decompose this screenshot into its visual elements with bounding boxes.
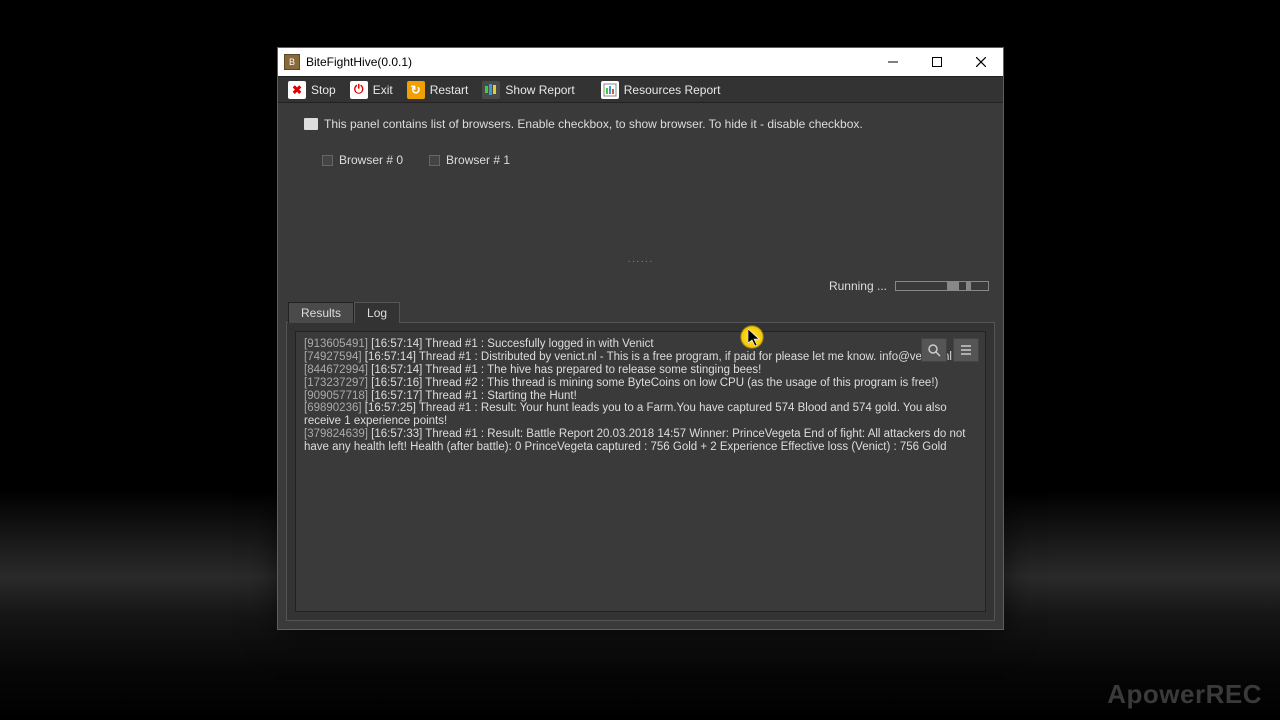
toolbar: ✖ Stop ⏻ Exit ↻ Restart Show Report Reso… <box>278 76 1003 103</box>
stop-label: Stop <box>311 83 336 97</box>
log-line: [844672994] [16:57:14] Thread #1 : The h… <box>304 364 977 377</box>
log-line: [379824639] [16:57:33] Thread #1 : Resul… <box>304 428 977 454</box>
log-frame: [913605491] [16:57:14] Thread #1 : Succe… <box>286 322 995 621</box>
splitter-handle[interactable]: ······ <box>628 256 654 267</box>
log-line: [909057718] [16:57:17] Thread #1 : Start… <box>304 390 977 403</box>
minimize-button[interactable] <box>871 48 915 76</box>
exit-label: Exit <box>373 83 393 97</box>
resources-report-icon <box>601 81 619 99</box>
app-window: B BiteFightHive(0.0.1) ✖ Stop ⏻ Exit ↻ R… <box>277 47 1004 630</box>
panel-info-row: This panel contains list of browsers. En… <box>304 117 983 131</box>
log-view[interactable]: [913605491] [16:57:14] Thread #1 : Succe… <box>295 331 986 612</box>
browser-panel: This panel contains list of browsers. En… <box>278 103 1003 301</box>
close-icon <box>976 57 986 67</box>
status-text: Running ... <box>829 279 887 293</box>
log-line: [173237297] [16:57:16] Thread #2 : This … <box>304 377 977 390</box>
output-tabs: Results Log <box>278 301 1003 322</box>
minimize-icon <box>888 57 898 67</box>
app-icon: B <box>284 54 300 70</box>
report-icon <box>482 81 500 99</box>
recorder-watermark: ApowerREC <box>1107 679 1262 710</box>
browser-list: Browser # 0 Browser # 1 <box>322 153 983 167</box>
maximize-button[interactable] <box>915 48 959 76</box>
browser-label-0: Browser # 0 <box>339 153 403 167</box>
browser-checkbox-1[interactable] <box>429 155 440 166</box>
log-search-button[interactable] <box>921 338 947 362</box>
titlebar: B BiteFightHive(0.0.1) <box>278 48 1003 76</box>
maximize-icon <box>932 57 942 67</box>
show-report-label: Show Report <box>505 83 574 97</box>
stop-icon: ✖ <box>288 81 306 99</box>
log-menu-button[interactable] <box>953 338 979 362</box>
window-title: BiteFightHive(0.0.1) <box>306 55 412 69</box>
hamburger-icon <box>959 343 973 357</box>
resources-report-label: Resources Report <box>624 83 721 97</box>
search-icon <box>927 343 941 357</box>
speech-bubble-icon <box>304 118 318 130</box>
close-button[interactable] <box>959 48 1003 76</box>
browser-item-1: Browser # 1 <box>429 153 510 167</box>
log-toolbar <box>921 338 979 362</box>
log-line: [913605491] [16:57:14] Thread #1 : Succe… <box>304 338 977 351</box>
restart-label: Restart <box>430 83 469 97</box>
log-line: [74927594] [16:57:14] Thread #1 : Distri… <box>304 351 977 364</box>
exit-button[interactable]: ⏻ Exit <box>344 79 399 101</box>
panel-info-text: This panel contains list of browsers. En… <box>324 117 863 131</box>
restart-button[interactable]: ↻ Restart <box>401 79 475 101</box>
browser-label-1: Browser # 1 <box>446 153 510 167</box>
resources-report-button[interactable]: Resources Report <box>595 79 727 101</box>
log-line: [69890236] [16:57:25] Thread #1 : Result… <box>304 402 977 428</box>
progress-bar <box>895 281 989 291</box>
window-controls <box>871 48 1003 76</box>
tab-log[interactable]: Log <box>354 302 400 323</box>
restart-icon: ↻ <box>407 81 425 99</box>
browser-checkbox-0[interactable] <box>322 155 333 166</box>
browser-item-0: Browser # 0 <box>322 153 403 167</box>
status-row: Running ... <box>829 279 989 293</box>
exit-icon: ⏻ <box>350 81 368 99</box>
tab-results[interactable]: Results <box>288 302 354 323</box>
show-report-button[interactable]: Show Report <box>476 79 580 101</box>
stop-button[interactable]: ✖ Stop <box>282 79 342 101</box>
